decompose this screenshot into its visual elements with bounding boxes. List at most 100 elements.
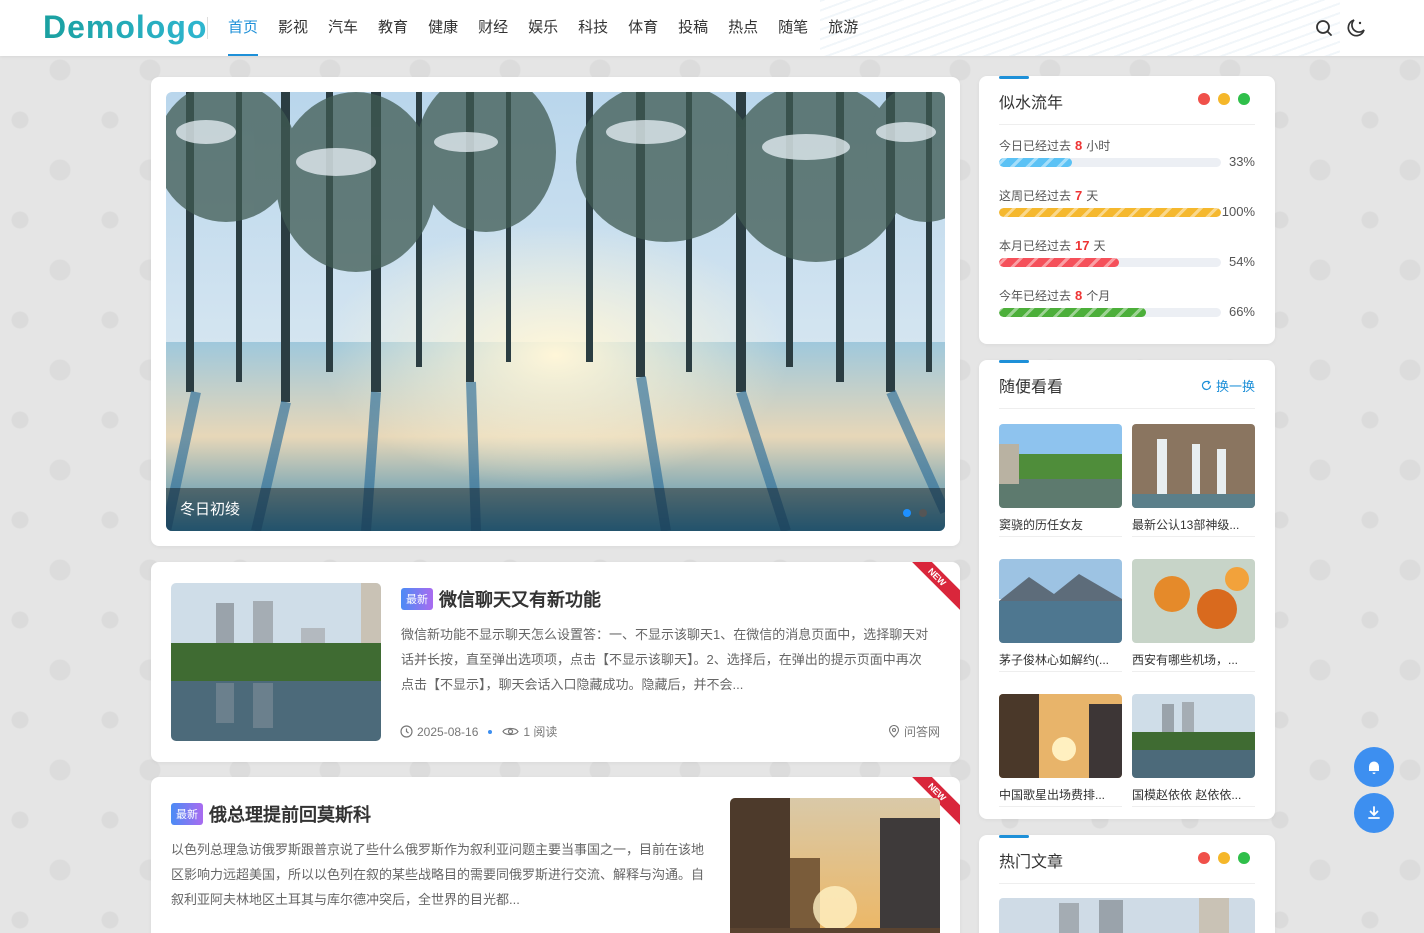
slider-dot-active[interactable]	[903, 509, 911, 517]
widget-title: 热门文章	[999, 854, 1064, 871]
traffic-dots	[1198, 93, 1250, 105]
post-category-label[interactable]: 问答网	[904, 723, 940, 740]
progress-bar	[999, 208, 1221, 217]
progress-bar	[999, 308, 1221, 317]
tile-image[interactable]	[999, 559, 1122, 643]
progress-row-week: 这周已经过去 7 天 100%	[999, 187, 1255, 219]
post-excerpt: 微信新功能不显示聊天怎么设置答：一、不显示该聊天1、在微信的消息页面中，选择聊天…	[401, 627, 929, 692]
tile-caption[interactable]: 西安有哪些机场，...	[1132, 651, 1255, 672]
widget-divider	[999, 408, 1255, 409]
nav-item-health[interactable]: 健康	[428, 0, 458, 56]
tile-image[interactable]	[1132, 424, 1255, 508]
post-excerpt: 以色列总理急访俄罗斯跟普京说了些什么俄罗斯作为叙利亚问题主要当事国之一，目前在该…	[171, 842, 705, 907]
nav-item-travel[interactable]: 旅游	[828, 0, 858, 56]
bell-icon	[1369, 761, 1379, 774]
post-meta: 2025-08-16 1 阅读	[400, 723, 557, 740]
tile-image[interactable]	[999, 424, 1122, 508]
logo-divider	[207, 17, 208, 39]
search-icon[interactable]	[1314, 18, 1334, 38]
hot-post-image[interactable]	[999, 898, 1255, 933]
post-reads: 1 阅读	[523, 725, 558, 739]
progress-label: 本月已经过去 17 天	[999, 238, 1106, 253]
green-dot	[1238, 852, 1250, 864]
traffic-dots	[1198, 852, 1250, 864]
post-title[interactable]: 微信聊天又有新功能	[439, 586, 601, 612]
post-card[interactable]: NEW 最新 俄总理提前回莫斯科 以色列总理急访俄罗斯跟普京说了些什么俄罗斯作为…	[151, 777, 960, 933]
tile-image[interactable]	[1132, 694, 1255, 778]
tile-image[interactable]	[999, 694, 1122, 778]
post-card[interactable]: NEW 最新 微信聊天又有新功能 微信新功能不显示聊天怎么设置答：一、不显示该聊…	[151, 562, 960, 762]
post-thumbnail[interactable]	[171, 583, 381, 741]
refresh-icon	[1201, 380, 1212, 391]
city-image	[999, 898, 1255, 933]
nav-item-submit[interactable]: 投稿	[678, 0, 708, 56]
time-progress-widget: 似水流年 今日已经过去 8 小时 33% 这周已经过去 7 天 100% 本月已经过去 1…	[979, 76, 1275, 344]
nav-item-education[interactable]: 教育	[378, 0, 408, 56]
post-title[interactable]: 俄总理提前回莫斯科	[209, 801, 371, 827]
nav-item-home[interactable]: 首页	[228, 0, 259, 56]
random-tile[interactable]: 中国歌星出场费排...	[999, 694, 1122, 807]
sunset-street-image	[730, 798, 940, 933]
hot-posts-widget: 热门文章	[979, 835, 1275, 933]
sunset-street-image	[999, 694, 1122, 778]
random-tile[interactable]: 茅子俊林心如解约(...	[999, 559, 1122, 672]
nav-item-auto[interactable]: 汽车	[328, 0, 358, 56]
progress-label: 这周已经过去 7 天	[999, 188, 1099, 203]
nav-item-essay[interactable]: 随笔	[778, 0, 808, 56]
progress-bar	[999, 258, 1221, 267]
nav-item-tech[interactable]: 科技	[578, 0, 608, 56]
nav-item-entertainment[interactable]: 娱乐	[528, 0, 558, 56]
slide-image[interactable]: 冬日初绫	[166, 92, 945, 531]
nav-item-sports[interactable]: 体育	[628, 0, 658, 56]
yellow-dot	[1218, 93, 1230, 105]
post-category[interactable]: 问答网	[888, 723, 940, 740]
widget-title: 似水流年	[999, 95, 1064, 112]
random-posts-widget: 随便看看 换一换 窦骁的历任女友 最新公认13部神级... 茅子俊林心如解约(.…	[979, 360, 1275, 819]
refresh-label[interactable]: 换一换	[1216, 376, 1255, 395]
tile-caption[interactable]: 国模赵依依 赵依依...	[1132, 786, 1255, 807]
notification-button[interactable]	[1354, 747, 1394, 787]
widget-accent	[999, 76, 1029, 79]
tile-caption[interactable]: 窦骁的历任女友	[999, 516, 1122, 537]
post-title-wrap[interactable]: 最新 微信聊天又有新功能	[401, 586, 601, 612]
progress-bar	[999, 158, 1221, 167]
green-dot	[1238, 93, 1250, 105]
progress-label: 今年已经过去 8 个月	[999, 288, 1111, 303]
nav-item-hot[interactable]: 热点	[728, 0, 758, 56]
canal-image	[999, 424, 1122, 508]
nav-item-movies[interactable]: 影视	[278, 0, 308, 56]
top-header: Demologo 首页 影视 汽车 教育 健康 财经 娱乐 科技 体育 投稿 热…	[0, 0, 1424, 56]
site-logo[interactable]: Demologo	[43, 9, 207, 46]
widget-accent	[999, 360, 1029, 363]
meta-dot	[488, 729, 493, 734]
random-tile[interactable]: 西安有哪些机场，...	[1132, 559, 1255, 672]
slide-caption[interactable]: 冬日初绫	[166, 488, 945, 531]
random-tile[interactable]: 窦骁的历任女友	[999, 424, 1122, 537]
widget-divider	[999, 124, 1255, 125]
dark-mode-icon[interactable]	[1346, 18, 1366, 38]
slider-dot[interactable]	[919, 509, 927, 517]
progress-fill	[999, 158, 1073, 167]
city-river-image	[171, 583, 381, 741]
progress-row-month: 本月已经过去 17 天 54%	[999, 237, 1255, 269]
clock-icon	[400, 725, 413, 738]
post-title-wrap[interactable]: 最新 俄总理提前回莫斯科	[171, 801, 371, 827]
tile-caption[interactable]: 茅子俊林心如解约(...	[999, 651, 1122, 672]
tile-caption[interactable]: 中国歌星出场费排...	[999, 786, 1122, 807]
tile-image[interactable]	[1132, 559, 1255, 643]
post-badge: 最新	[171, 803, 203, 825]
download-button[interactable]	[1354, 793, 1394, 833]
random-tile[interactable]: 国模赵依依 赵依依...	[1132, 694, 1255, 807]
nav-item-finance[interactable]: 财经	[478, 0, 508, 56]
red-dot	[1198, 93, 1210, 105]
progress-label: 今日已经过去 8 小时	[999, 138, 1111, 153]
post-thumbnail[interactable]	[730, 798, 940, 933]
main-nav: 首页 影视 汽车 教育 健康 财经 娱乐 科技 体育 投稿 热点 随笔 旅游	[228, 0, 878, 56]
widget-divider	[999, 883, 1255, 884]
tile-caption[interactable]: 最新公认13部神级...	[1132, 516, 1255, 537]
winter-forest-image	[166, 92, 945, 531]
refresh-button[interactable]: 换一换	[1201, 376, 1255, 395]
random-tile[interactable]: 最新公认13部神级...	[1132, 424, 1255, 537]
progress-fill	[999, 208, 1221, 217]
location-icon	[888, 725, 900, 738]
